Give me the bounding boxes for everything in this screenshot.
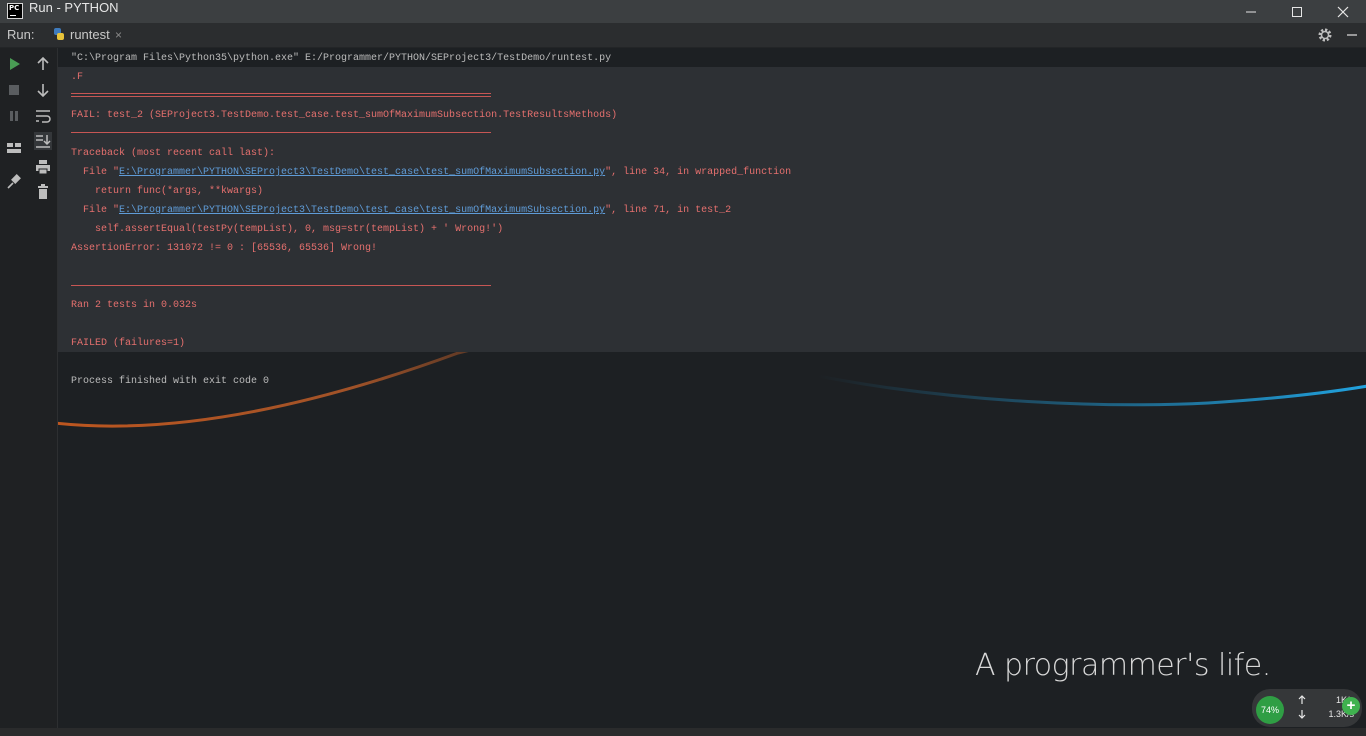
- wallpaper-tagline: A programmer's life.: [975, 648, 1271, 683]
- file-link[interactable]: E:\Programmer\PYTHON\SEProject3\TestDemo…: [119, 205, 605, 216]
- python-icon: [54, 28, 64, 40]
- failed-status-line: FAILED (failures=1): [71, 338, 186, 349]
- separator-double: [71, 93, 491, 94]
- run-panel-header: Run: runtest ×: [0, 23, 1366, 48]
- scroll-to-end-button[interactable]: [34, 132, 52, 150]
- arrow-down-icon: [37, 84, 49, 98]
- hide-panel-button[interactable]: [1343, 26, 1361, 44]
- boost-button[interactable]: +: [1342, 697, 1360, 715]
- stop-button[interactable]: [5, 81, 23, 99]
- minimize-button[interactable]: [1228, 0, 1274, 23]
- scroll-to-end-icon: [36, 135, 51, 148]
- pause-icon: [10, 111, 18, 121]
- frame-suffix: ", line 34, in wrapped_function: [605, 167, 792, 178]
- traceback-frame-2: File "E:\Programmer\PYTHON\SEProject3\Te…: [71, 205, 731, 217]
- pin-icon: [7, 174, 21, 189]
- layout-icon: [7, 143, 21, 153]
- settings-button[interactable]: [1316, 26, 1334, 44]
- pin-tab-button[interactable]: [5, 173, 23, 191]
- pause-button[interactable]: [5, 107, 23, 125]
- close-button[interactable]: [1320, 0, 1366, 23]
- separator: [71, 285, 491, 286]
- tab-close-icon[interactable]: ×: [115, 28, 122, 42]
- soft-wrap-icon: [36, 110, 51, 123]
- maximize-button[interactable]: [1274, 0, 1320, 23]
- traceback-header: Traceback (most recent call last):: [71, 148, 276, 159]
- trash-icon: [38, 184, 48, 199]
- traceback-code-1: return func(*args, **kwargs): [71, 186, 264, 197]
- stop-icon: [9, 85, 19, 95]
- separator-double: [71, 96, 491, 97]
- file-link[interactable]: E:\Programmer\PYTHON\SEProject3\TestDemo…: [119, 167, 605, 178]
- tab-label: runtest: [70, 27, 110, 42]
- print-icon: [36, 160, 50, 175]
- close-icon: [1337, 6, 1349, 18]
- frame-suffix: ", line 71, in test_2: [605, 205, 732, 216]
- maximize-icon: [1292, 7, 1302, 17]
- traceback-code-2: self.assertEqual(testPy(tempList), 0, ms…: [71, 224, 504, 235]
- gear-icon: [1318, 28, 1332, 42]
- process-exit-line: Process finished with exit code 0: [71, 376, 270, 387]
- command-line: "C:\Program Files\Python35\python.exe" E…: [71, 53, 612, 64]
- run-toolbar: [0, 48, 58, 728]
- separator: [71, 132, 491, 133]
- previous-occurrence-button[interactable]: [34, 55, 52, 73]
- title-bar: PC Run - PYTHON: [0, 0, 1366, 23]
- network-monitor-widget[interactable]: 74% 1K/s 1.3K/s +: [1252, 689, 1362, 727]
- console-output[interactable]: "C:\Program Files\Python35\python.exe" E…: [58, 48, 1366, 728]
- hide-icon: [1347, 34, 1357, 36]
- rerun-button[interactable]: [5, 55, 23, 73]
- test-summary-line: Ran 2 tests in 0.032s: [71, 300, 198, 311]
- clear-all-button[interactable]: [34, 183, 52, 201]
- cpu-usage-indicator: 74%: [1256, 696, 1284, 724]
- upload-arrow-icon: [1298, 695, 1306, 704]
- print-button[interactable]: [34, 158, 52, 176]
- download-arrow-icon: [1298, 710, 1306, 719]
- frame-prefix: File ": [71, 167, 120, 178]
- run-label: Run:: [7, 27, 35, 42]
- next-occurrence-button[interactable]: [34, 81, 52, 99]
- minimize-icon: [1246, 11, 1256, 13]
- assertion-error-line: AssertionError: 131072 != 0 : [65536, 65…: [71, 243, 378, 254]
- restore-layout-button[interactable]: [5, 139, 23, 157]
- pycharm-logo-icon: PC: [7, 3, 23, 19]
- play-icon: [10, 58, 20, 70]
- traceback-frame-1: File "E:\Programmer\PYTHON\SEProject3\Te…: [71, 167, 791, 179]
- taskbar-strip: [0, 728, 1366, 736]
- soft-wrap-button[interactable]: [34, 107, 52, 125]
- test-progress-line: .F: [71, 72, 84, 83]
- fail-header-line: FAIL: test_2 (SEProject3.TestDemo.test_c…: [71, 110, 618, 121]
- window-title: Run - PYTHON: [29, 0, 119, 15]
- arrow-up-icon: [37, 56, 49, 70]
- frame-prefix: File ": [71, 205, 120, 216]
